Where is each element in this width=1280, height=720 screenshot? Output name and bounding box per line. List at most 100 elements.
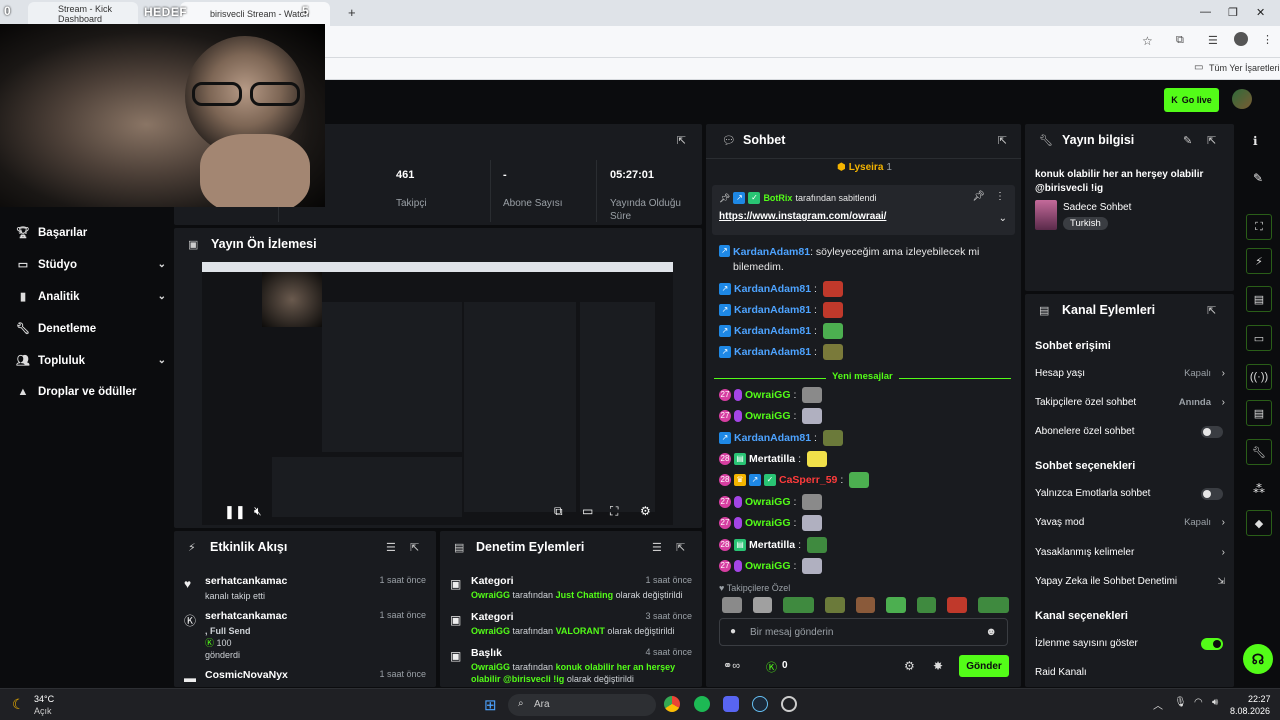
filter-icon[interactable]: ☰ xyxy=(386,541,396,554)
popout-icon[interactable]: ⇱ xyxy=(677,134,686,147)
emoji-icon[interactable]: ☻ xyxy=(985,626,997,638)
account-age-setting[interactable]: Hesap yaşı Kapalı › xyxy=(1035,368,1225,379)
community-icon[interactable]: ⁂ xyxy=(1253,482,1265,496)
show-viewers-toggle[interactable] xyxy=(1201,638,1223,650)
chat-username[interactable]: OwraiGG xyxy=(745,517,791,529)
wifi-icon[interactable]: ◠ xyxy=(1194,697,1203,708)
minimize-icon[interactable]: — xyxy=(1200,6,1211,18)
pause-icon[interactable]: ❚❚ xyxy=(224,504,246,520)
followers-only-setting[interactable]: Takipçilere özel sohbet Anında › xyxy=(1035,397,1225,408)
document-icon[interactable]: ▤ xyxy=(1246,286,1272,312)
extensions-icon[interactable]: ⧉ xyxy=(1176,34,1184,47)
chatbot-icon[interactable]: ✸ xyxy=(933,659,943,673)
profile-avatar[interactable] xyxy=(1234,32,1248,46)
chevron-down-icon[interactable]: ⌄ xyxy=(999,213,1007,224)
top-gifter[interactable]: ⬢ Lyseira 1 xyxy=(837,162,892,173)
popout-icon[interactable]: ⇱ xyxy=(1207,134,1216,147)
subs-only-setting[interactable]: Abonelere özel sohbet xyxy=(1035,426,1225,438)
user-avatar[interactable] xyxy=(1232,89,1252,109)
chat-username[interactable]: OwraiGG xyxy=(745,410,791,422)
emote-icon[interactable] xyxy=(855,597,876,613)
discord-icon[interactable] xyxy=(723,696,739,712)
chat-username[interactable]: KardanAdam81 xyxy=(733,246,810,258)
drops-icon[interactable]: ◆ xyxy=(1246,510,1272,536)
emote-icon[interactable] xyxy=(977,597,1010,613)
more-icon[interactable]: ⋮ xyxy=(995,191,1005,202)
new-tab-button[interactable]: + xyxy=(348,5,356,20)
subs-only-toggle[interactable] xyxy=(1201,426,1223,438)
banned-words-setting[interactable]: Yasaklanmış kelimeler › xyxy=(1035,547,1225,558)
popout-icon[interactable]: ⇱ xyxy=(1207,304,1216,317)
popout-icon[interactable]: ⇱ xyxy=(998,134,1007,147)
emote-icon[interactable] xyxy=(947,597,967,613)
close-icon[interactable]: ✕ xyxy=(1256,6,1265,19)
tag-pill[interactable]: Turkish xyxy=(1063,217,1108,230)
obs-icon[interactable] xyxy=(781,696,797,712)
menu-icon[interactable]: ⋮ xyxy=(1262,33,1273,46)
chat-username[interactable]: Mertatilla xyxy=(749,539,795,551)
wrench-icon[interactable]: 🔧︎ xyxy=(1246,439,1272,465)
pin-icon[interactable]: 📌︎ xyxy=(972,191,985,202)
sidebar-item-analytics[interactable]: ▮ Analitik ⌄ xyxy=(16,290,166,304)
chat-username[interactable]: KardanAdam81 xyxy=(734,304,811,316)
filter-icon[interactable]: ☰ xyxy=(652,541,662,554)
chat-input[interactable]: ● Bir mesaj gönderin ☻ xyxy=(719,618,1008,646)
pinned-link[interactable]: https://www.instagram.com/owraai/ xyxy=(719,211,886,222)
mute-icon[interactable]: 🔇︎ xyxy=(254,504,262,519)
popout-icon[interactable]: ⇱ xyxy=(410,541,419,554)
preview-video[interactable]: ❚❚ 🔇︎ ⧉ ▭ ⛶ ⚙ xyxy=(202,262,673,525)
emote-icon[interactable] xyxy=(825,597,845,613)
edit-icon[interactable]: ✎ xyxy=(1183,134,1192,147)
chat-username[interactable]: CaSperr_59 xyxy=(779,474,837,486)
send-button[interactable]: Gönder xyxy=(959,655,1009,677)
show-viewers-setting[interactable]: İzlenme sayısını göster xyxy=(1035,638,1225,650)
chat-username[interactable]: OwraiGG xyxy=(745,560,791,572)
all-bookmarks-link[interactable]: Tüm Yer İşaretleri xyxy=(1209,63,1280,73)
chat-username[interactable]: KardanAdam81 xyxy=(734,432,811,444)
emote-icon[interactable] xyxy=(783,597,815,613)
chat-username[interactable]: Mertatilla xyxy=(749,453,795,465)
emote-icon[interactable] xyxy=(752,597,773,613)
emote-only-setting[interactable]: Yalnızca Emotlarla sohbet xyxy=(1035,488,1225,500)
spotify-icon[interactable] xyxy=(694,696,710,712)
steam-icon[interactable] xyxy=(752,696,768,712)
tab-kick-dashboard[interactable]: Stream - Kick Dashboard xyxy=(28,2,138,26)
mic-icon[interactable]: 🎙︎ xyxy=(1174,697,1187,708)
chat-username[interactable]: KardanAdam81 xyxy=(734,283,811,295)
chevron-up-icon[interactable]: ︿ xyxy=(1153,697,1163,712)
volume-icon[interactable]: 🔊︎ xyxy=(1212,697,1218,708)
chat-username[interactable]: OwraiGG xyxy=(745,496,791,508)
lightning-icon[interactable]: ⚡︎ xyxy=(1246,248,1272,274)
popout-icon[interactable]: ⇱ xyxy=(676,541,685,554)
playlist-icon[interactable]: ☰ xyxy=(1208,34,1218,47)
sidebar-item-achievements[interactable]: 🏆︎ Başarılar xyxy=(16,226,166,240)
chat-username[interactable]: KardanAdam81 xyxy=(734,325,811,337)
broadcast-icon[interactable]: ((·)) xyxy=(1246,364,1272,390)
emote-only-toggle[interactable] xyxy=(1201,488,1223,500)
slow-mode-setting[interactable]: Yavaş mod Kapalı › xyxy=(1035,517,1225,528)
info-icon[interactable]: ℹ xyxy=(1253,134,1258,148)
sidebar-item-drops[interactable]: ▲ Droplar ve ödüller xyxy=(16,386,166,398)
gear-icon[interactable]: ⚙ xyxy=(640,504,651,518)
emote-icon[interactable] xyxy=(722,597,742,613)
chat-username[interactable]: OwraiGG xyxy=(745,389,791,401)
ai-moderation-setting[interactable]: Yapay Zeka ile Sohbet Denetimi ⇲ xyxy=(1035,576,1225,587)
go-live-button[interactable]: K Go live xyxy=(1164,88,1219,112)
chat-icon[interactable]: ▭ xyxy=(1246,325,1272,351)
chat-username[interactable]: KardanAdam81 xyxy=(734,346,811,358)
clip-icon[interactable]: ⛶ xyxy=(1246,214,1272,240)
sidebar-item-community[interactable]: 👥︎ Topluluk ⌄ xyxy=(16,354,166,368)
chrome-icon[interactable] xyxy=(664,696,680,712)
pip-icon[interactable]: ⧉ xyxy=(554,504,563,519)
emote-icon[interactable] xyxy=(916,597,937,613)
sidebar-item-moderation[interactable]: 🔧︎ Denetleme xyxy=(16,322,166,336)
gear-icon[interactable]: ⚙ xyxy=(904,659,915,673)
bookmark-star-icon[interactable]: ☆ xyxy=(1142,34,1153,48)
sidebar-item-studio[interactable]: ▭ Stüdyo ⌄ xyxy=(16,258,166,272)
emote-icon[interactable] xyxy=(886,597,906,613)
windows-start-icon[interactable]: ⊞ xyxy=(484,696,497,714)
infinity-icon[interactable]: ⚭∞ xyxy=(723,659,740,672)
raid-setting[interactable]: Raid Kanalı xyxy=(1035,667,1225,678)
fullscreen-icon[interactable]: ⛶ xyxy=(610,504,618,519)
edit-icon[interactable]: ✎ xyxy=(1253,171,1263,185)
